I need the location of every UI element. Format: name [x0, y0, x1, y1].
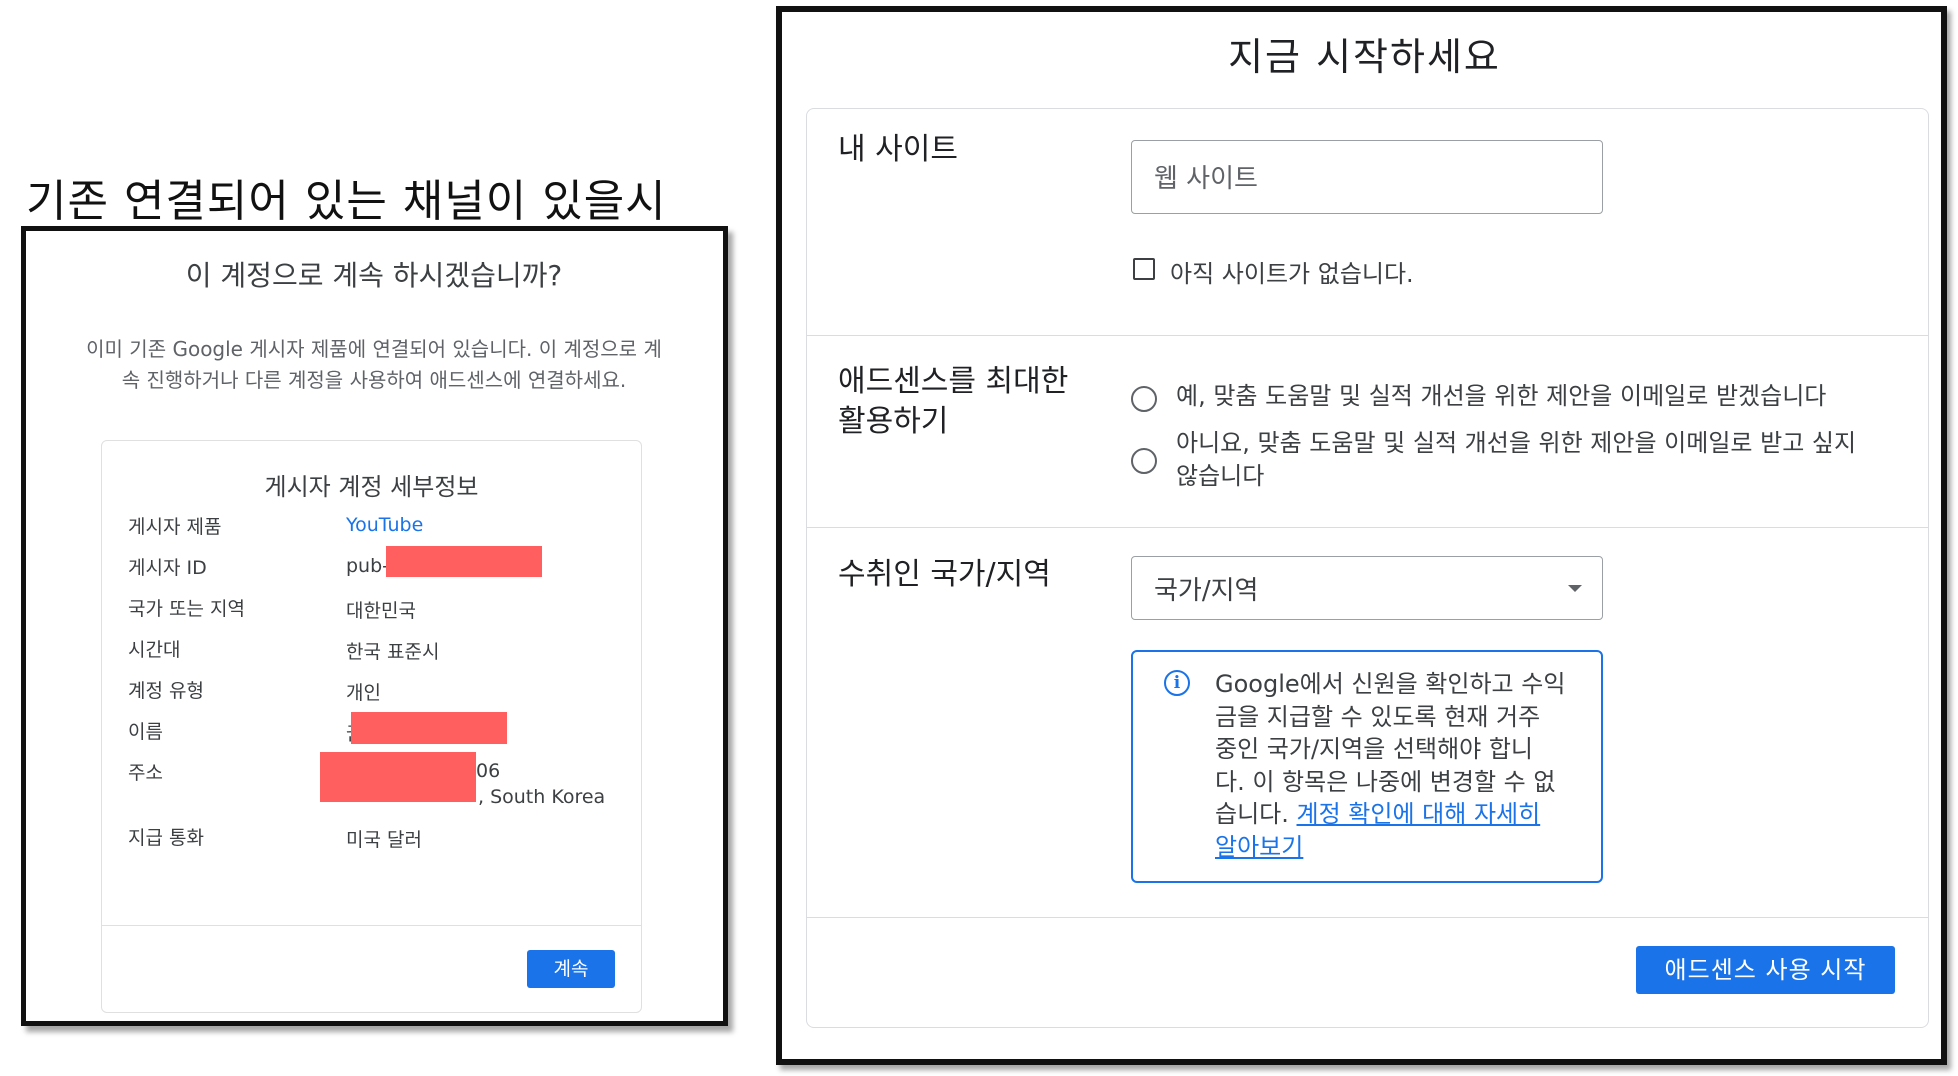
info-text-line: 금을 지급할 수 있도록 현재 거주 — [1215, 702, 1541, 731]
section-divider — [807, 527, 1928, 528]
info-text-line: 중인 국가/지역을 선택해야 합니 — [1215, 735, 1534, 763]
info-text-last: 습니다. — [1215, 800, 1297, 828]
learn-more-link-continued[interactable]: 알아보기 — [1215, 833, 1303, 861]
radio-label-line: 아니요, 맞춤 도움말 및 실적 개선을 위한 제안을 이메일로 받고 싶지 — [1176, 429, 1857, 457]
caption-heading: 기존 연결되어 있는 채널이 있을시 — [26, 176, 667, 227]
info-text-line: 알아보기 — [1215, 831, 1590, 864]
section-label-line: 애드센스를 최대한 — [838, 364, 1069, 399]
detail-value-country: 대한민국 — [346, 600, 416, 622]
detail-value-address-line2: , South Korea — [478, 786, 606, 808]
detail-label-country: 국가 또는 지역 — [128, 598, 245, 620]
learn-more-link[interactable]: 계정 확인에 대해 자세히 — [1297, 800, 1541, 828]
section-label-optimize: 애드센스를 최대한 활용하기 — [838, 362, 1068, 442]
section-label-my-site: 내 사이트 — [838, 132, 958, 167]
dropdown-arrow-icon[interactable] — [1568, 585, 1582, 592]
radio-email-no[interactable] — [1131, 448, 1157, 474]
section-divider — [807, 917, 1928, 918]
radio-email-yes[interactable] — [1131, 386, 1157, 412]
continue-button[interactable]: 계속 — [527, 950, 615, 988]
radio-label-line: 않습니다 — [1176, 462, 1265, 490]
dialog-description: 이미 기존 Google 게시자 제품에 연결되어 있습니다. 이 계정으로 계… — [50, 334, 698, 396]
redaction-box — [320, 752, 476, 802]
page-title: 지금 시작하세요 — [1228, 35, 1501, 79]
detail-value-account-type: 개인 — [346, 682, 381, 704]
detail-label-product: 게시자 제품 — [128, 516, 222, 538]
info-text-line: Google에서 신원을 확인하고 수익 — [1215, 670, 1566, 698]
section-divider — [807, 335, 1928, 336]
radio-email-no-label[interactable]: 아니요, 맞춤 도움말 및 실적 개선을 위한 제안을 이메일로 받고 싶지 않… — [1176, 427, 1856, 493]
details-title: 게시자 계정 세부정보 — [264, 473, 479, 501]
detail-label-publisher-id: 게시자 ID — [128, 557, 207, 579]
no-site-checkbox-label[interactable]: 아직 사이트가 없습니다. — [1170, 254, 1414, 289]
detail-label-timezone: 시간대 — [128, 639, 181, 661]
info-text-line: 다. 이 항목은 나중에 변경할 수 없 — [1215, 767, 1556, 796]
section-label-payee-country: 수취인 국가/지역 — [838, 557, 1051, 592]
info-text-line: 습니다. 계정 확인에 대해 자세히 — [1215, 798, 1590, 831]
section-label-line: 활용하기 — [838, 404, 949, 439]
detail-label-account-type: 계정 유형 — [128, 680, 204, 702]
detail-value-currency: 미국 달러 — [346, 829, 422, 851]
detail-label-address: 주소 — [128, 762, 163, 784]
dialog-title: 이 계정으로 계속 하시겠습니까? — [185, 259, 563, 292]
radio-email-yes-label[interactable]: 예, 맞춤 도움말 및 실적 개선을 위한 제안을 이메일로 받겠습니다 — [1176, 380, 1826, 413]
info-icon: i — [1164, 670, 1190, 696]
start-adsense-button[interactable]: 애드센스 사용 시작 — [1636, 946, 1895, 994]
redaction-box — [351, 712, 507, 744]
no-site-checkbox[interactable] — [1133, 258, 1155, 280]
country-select-placeholder: 국가/지역 — [1154, 576, 1259, 606]
website-input-placeholder: 웹 사이트 — [1154, 164, 1258, 194]
detail-label-name: 이름 — [128, 721, 163, 743]
card-divider — [102, 925, 641, 926]
detail-label-currency: 지급 통화 — [128, 827, 204, 849]
dialog-description-line: 속 진행하거나 다른 계정을 사용하여 애드센스에 연결하세요. — [121, 368, 627, 392]
dialog-description-line: 이미 기존 Google 게시자 제품에 연결되어 있습니다. 이 계정으로 계 — [86, 337, 662, 361]
detail-value-product-link[interactable]: YouTube — [346, 514, 423, 536]
info-text: Google에서 신원을 확인하고 수익 금을 지급할 수 있도록 현재 거주 … — [1215, 668, 1590, 863]
detail-value-timezone: 한국 표준시 — [346, 641, 440, 663]
redaction-box — [386, 546, 542, 577]
detail-value-address: 06 — [476, 760, 501, 782]
